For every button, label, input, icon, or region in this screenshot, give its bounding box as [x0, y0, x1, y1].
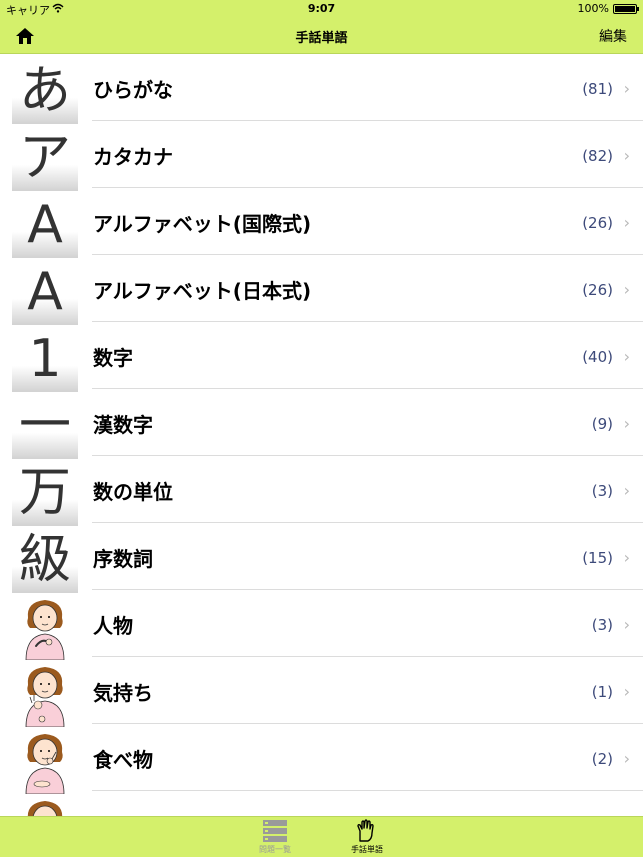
item-count: (2)	[591, 750, 613, 768]
list-item[interactable]: 気持ち (1) ›	[0, 657, 643, 727]
battery-icon	[613, 4, 639, 14]
category-label: アルファベット(日本式)	[93, 279, 312, 303]
list-item[interactable]: 級 序数詞 (15) ›	[0, 523, 643, 593]
chevron-right-icon: ›	[623, 749, 630, 768]
category-thumbnail: 万	[12, 460, 78, 526]
category-label: 気持ち	[93, 681, 153, 705]
category-label: カタカナ	[93, 145, 173, 169]
category-label: 序数詞	[93, 547, 153, 571]
clock: 9:07	[307, 2, 336, 15]
tab-bar: 問題一覧 手話単語	[0, 816, 643, 857]
item-count: (3)	[591, 482, 613, 500]
food-sign-illustration	[25, 734, 65, 794]
list-item[interactable]: 1 数字 (40) ›	[0, 322, 643, 392]
list-item[interactable]: A アルファベット(日本式) (26) ›	[0, 255, 643, 325]
tab-question-list[interactable]: 問題一覧	[245, 819, 305, 857]
category-thumbnail: A	[12, 192, 78, 258]
chevron-right-icon: ›	[623, 548, 630, 567]
category-label: 漢数字	[93, 413, 153, 437]
category-thumbnail: A	[12, 259, 78, 325]
category-label: 数字	[93, 346, 133, 370]
list-item-partial[interactable]	[0, 791, 643, 816]
category-thumbnail: あ	[12, 58, 78, 124]
item-count: (81)	[582, 80, 613, 98]
chevron-right-icon: ›	[623, 79, 630, 98]
tab-sign-words[interactable]: 手話単語	[337, 819, 397, 857]
category-label: ひらがな	[93, 78, 173, 102]
chevron-right-icon: ›	[623, 347, 630, 366]
item-count: (1)	[591, 683, 613, 701]
category-label: アルファベット(国際式)	[93, 212, 312, 236]
navigation-bar: 手話単語 編集	[0, 18, 643, 54]
item-count: (40)	[582, 348, 613, 366]
category-label: 人物	[93, 614, 133, 638]
tab-label: 問題一覧	[259, 845, 291, 854]
list-item[interactable]: 人物 (3) ›	[0, 590, 643, 660]
list-item[interactable]: A アルファベット(国際式) (26) ›	[0, 188, 643, 258]
list-icon	[263, 820, 287, 842]
feelings-sign-illustration	[25, 667, 65, 727]
edit-button[interactable]: 編集	[599, 26, 627, 46]
category-list: あ ひらがな (81) › ア カタカナ (82) › A アルファベット(国際…	[0, 54, 643, 816]
item-count: (26)	[582, 281, 613, 299]
category-thumbnail: 一	[12, 393, 78, 459]
person-sign-illustration	[25, 600, 65, 660]
page-title: 手話単語	[295, 31, 348, 46]
battery-percentage: 100%	[577, 2, 609, 15]
category-thumbnail: ア	[12, 125, 78, 191]
sign-illustration	[27, 801, 63, 816]
hand-sign-icon	[357, 819, 374, 842]
chevron-right-icon: ›	[623, 615, 630, 634]
list-item[interactable]: 一 漢数字 (9) ›	[0, 389, 643, 459]
item-count: (15)	[582, 549, 613, 567]
list-item[interactable]: ア カタカナ (82) ›	[0, 121, 643, 191]
chevron-right-icon: ›	[623, 414, 630, 433]
chevron-right-icon: ›	[623, 481, 630, 500]
category-label: 数の単位	[93, 480, 173, 504]
item-count: (3)	[591, 616, 613, 634]
chevron-right-icon: ›	[623, 213, 630, 232]
item-count: (9)	[591, 415, 613, 433]
tab-label: 手話単語	[351, 845, 383, 854]
category-thumbnail: 1	[12, 326, 78, 392]
list-item[interactable]: あ ひらがな (81) ›	[0, 54, 643, 124]
item-count: (82)	[582, 147, 613, 165]
chevron-right-icon: ›	[623, 280, 630, 299]
chevron-right-icon: ›	[623, 146, 630, 165]
status-bar: キャリア 9:07 100%	[0, 0, 643, 18]
list-item[interactable]: 万 数の単位 (3) ›	[0, 456, 643, 526]
category-thumbnail: 級	[12, 527, 78, 593]
category-label: 食べ物	[93, 748, 153, 772]
item-count: (26)	[582, 214, 613, 232]
chevron-right-icon: ›	[623, 682, 630, 701]
list-item[interactable]: 食べ物 (2) ›	[0, 724, 643, 794]
